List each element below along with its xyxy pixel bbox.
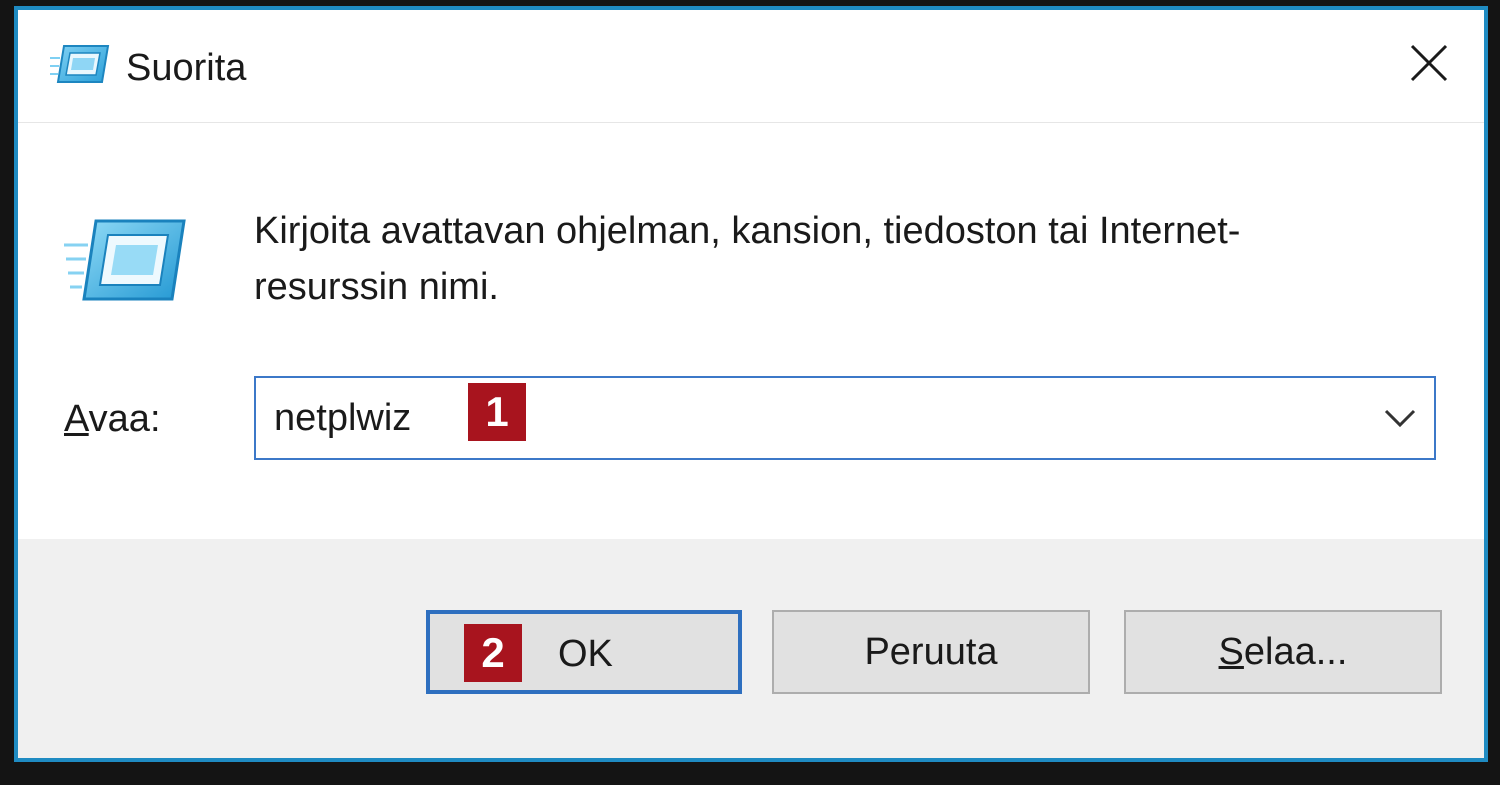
open-label: Avaa: bbox=[64, 391, 161, 447]
chevron-down-icon bbox=[1384, 409, 1416, 428]
open-dropdown-button[interactable] bbox=[1372, 386, 1428, 450]
annotation-badge-2: 2 bbox=[464, 624, 522, 682]
button-bar: OK 2 Peruuta Selaa... bbox=[18, 539, 1484, 758]
browse-button[interactable]: Selaa... bbox=[1124, 610, 1442, 694]
dialog-content: Kirjoita avattavan ohjelman, kansion, ti… bbox=[18, 123, 1484, 539]
title-bar: Suorita bbox=[18, 10, 1484, 122]
annotation-badge-1: 1 bbox=[468, 383, 526, 441]
run-program-icon bbox=[64, 219, 186, 301]
browse-button-label: elaa... bbox=[1243, 630, 1348, 673]
ok-button-label: OK bbox=[558, 633, 613, 675]
open-input[interactable] bbox=[274, 390, 1334, 446]
browse-button-accelerator: S bbox=[1218, 630, 1244, 673]
open-label-text: vaa: bbox=[88, 398, 161, 440]
window-title: Suorita bbox=[126, 47, 247, 89]
run-icon bbox=[50, 45, 110, 83]
open-combobox[interactable] bbox=[254, 376, 1436, 460]
cancel-button-label: Peruuta bbox=[864, 630, 998, 673]
close-icon bbox=[1410, 44, 1448, 82]
open-label-accelerator: A bbox=[64, 398, 89, 440]
instruction-text: Kirjoita avattavan ohjelman, kansion, ti… bbox=[254, 210, 1241, 308]
close-button[interactable] bbox=[1396, 30, 1462, 96]
cancel-button[interactable]: Peruuta bbox=[772, 610, 1090, 694]
run-dialog: Suorita Kirjoita avattavan ohjelman, kan… bbox=[14, 6, 1488, 762]
screen-backdrop: Suorita Kirjoita avattavan ohjelman, kan… bbox=[0, 0, 1500, 785]
